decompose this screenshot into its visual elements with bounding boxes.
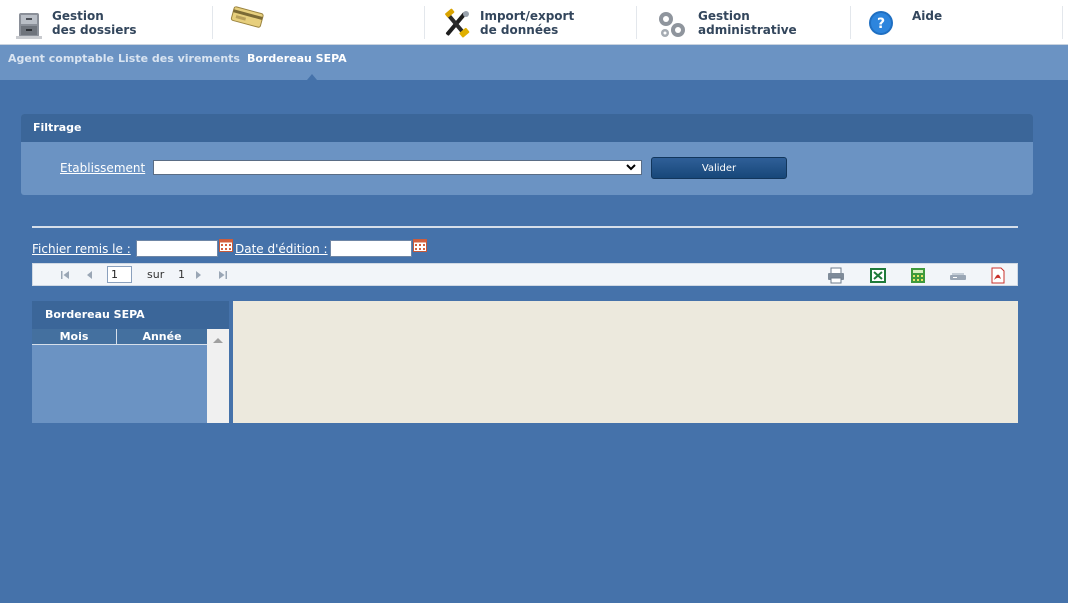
nav-gestion-administrative[interactable]: Gestion administrative: [656, 0, 846, 45]
bordereau-list-panel: Bordereau SEPA Mois Année: [32, 301, 229, 423]
calendar-icon[interactable]: [219, 239, 233, 252]
scroll-up-icon[interactable]: [213, 338, 223, 343]
excel-icon[interactable]: [869, 267, 887, 284]
nav-separator: [1062, 6, 1063, 39]
previous-page-icon[interactable]: [81, 267, 97, 283]
panel-title: Bordereau SEPA: [32, 301, 229, 329]
pager-of-label: sur: [147, 268, 165, 281]
etablissement-label[interactable]: Etablissement: [60, 161, 145, 175]
fichier-remis-input[interactable]: [136, 240, 218, 257]
scanner-icon[interactable]: [949, 267, 967, 284]
column-header-annee[interactable]: Année: [117, 329, 207, 344]
nav-separator: [424, 6, 425, 39]
nav-label: Aide: [912, 9, 943, 23]
breadcrumb-liste-virements[interactable]: Liste des virements: [118, 52, 240, 65]
column-header-mois[interactable]: Mois: [32, 329, 117, 344]
nav-import-export[interactable]: Import/export de données: [440, 0, 630, 45]
nav-separator: [636, 6, 637, 39]
calendar-icon[interactable]: [413, 239, 427, 252]
cabinet-icon: [16, 13, 42, 39]
validate-button[interactable]: Valider: [651, 157, 787, 179]
payment-card-icon: [230, 6, 264, 28]
column-headers: Mois Année: [32, 329, 207, 345]
filter-title: Filtrage: [21, 114, 1033, 142]
print-icon[interactable]: [827, 267, 845, 284]
filter-panel: Filtrage Etablissement Valider: [21, 114, 1033, 195]
first-page-icon[interactable]: [57, 267, 73, 283]
nav-separator: [212, 6, 213, 39]
next-page-icon[interactable]: [191, 267, 207, 283]
nav-label: Import/export de données: [480, 9, 575, 37]
nav-label: Gestion des dossiers: [52, 9, 137, 37]
window-edge: [1068, 0, 1072, 603]
report-toolbar: 1 sur 1: [32, 263, 1018, 286]
nav-gestion-dossiers[interactable]: Gestion des dossiers: [16, 0, 206, 45]
nav-aide[interactable]: ? Aide: [868, 0, 1058, 45]
nav-paiements[interactable]: [226, 0, 416, 45]
last-page-icon[interactable]: [215, 267, 231, 283]
nav-separator: [850, 6, 851, 39]
breadcrumb-agent-comptable[interactable]: Agent comptable: [8, 52, 114, 65]
active-tab-caret: [307, 74, 317, 80]
divider: [32, 226, 1018, 228]
gears-icon: [659, 12, 685, 37]
list-scrollbar[interactable]: [207, 329, 229, 423]
top-navigation: Gestion des dossiers Import/export de do…: [0, 0, 1068, 45]
breadcrumb-bordereau-sepa[interactable]: Bordereau SEPA: [247, 52, 347, 65]
page-number-input[interactable]: 1: [107, 266, 132, 283]
tools-icon: [445, 8, 470, 38]
fichier-remis-label: Fichier remis le :: [32, 242, 131, 256]
chevron-down-icon: [626, 164, 636, 171]
pager-total: 1: [178, 268, 185, 281]
date-edition-input[interactable]: [330, 240, 412, 257]
etablissement-select[interactable]: [153, 160, 642, 175]
help-icon: ?: [869, 11, 893, 35]
svg-text:?: ?: [877, 16, 885, 32]
nav-label: Gestion administrative: [698, 9, 797, 37]
calc-icon[interactable]: [909, 267, 927, 284]
breadcrumb: Agent comptable Liste des virements Bord…: [0, 45, 1068, 80]
report-viewer: [233, 301, 1018, 423]
pdf-icon[interactable]: [989, 267, 1007, 284]
date-edition-label: Date d'édition :: [235, 242, 328, 256]
